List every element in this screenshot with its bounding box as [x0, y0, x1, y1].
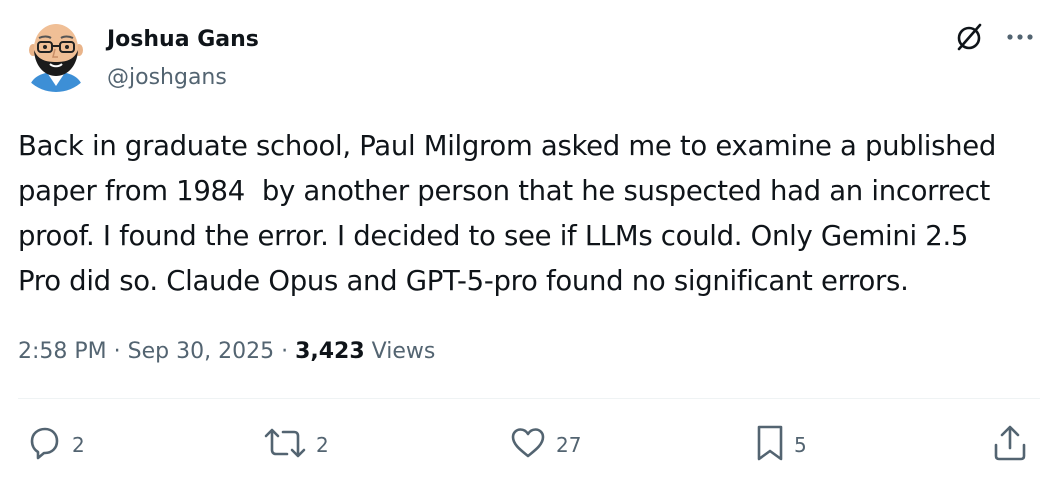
author-block: Joshua Gans @joshgans: [107, 26, 259, 92]
meta-separator: ·: [106, 339, 128, 364]
like-count: 27: [556, 433, 582, 457]
heart-icon: [508, 423, 548, 467]
tweet-text: Back in graduate school, Paul Milgrom as…: [18, 130, 997, 297]
avatar-cartoon-image: [28, 24, 84, 92]
avatar[interactable]: [18, 16, 94, 92]
share-button[interactable]: [990, 425, 1030, 465]
tweet-card: Joshua Gans @joshgans Back in graduate s…: [0, 0, 1054, 485]
reply-button[interactable]: 2: [24, 425, 85, 465]
author-handle[interactable]: @joshgans: [107, 64, 259, 92]
bookmark-icon: [754, 423, 786, 467]
grok-icon[interactable]: [954, 22, 984, 52]
views-label: Views: [364, 339, 436, 364]
like-button[interactable]: 27: [508, 425, 581, 465]
reply-icon: [24, 423, 64, 467]
tweet-time[interactable]: 2:58 PM: [18, 339, 107, 364]
repost-button[interactable]: 2: [262, 425, 329, 465]
tweet-date[interactable]: Sep 30, 2025: [128, 339, 274, 364]
divider: [18, 398, 1040, 399]
author-display-name[interactable]: Joshua Gans: [107, 26, 259, 54]
meta-separator: ·: [274, 339, 296, 364]
tweet-metadata: 2:58 PM · Sep 30, 2025 · 3,423 Views: [18, 336, 435, 368]
more-icon[interactable]: [1006, 32, 1034, 42]
bookmark-count: 5: [794, 433, 807, 457]
reply-count: 2: [72, 433, 85, 457]
share-icon: [990, 423, 1030, 467]
bookmark-button[interactable]: 5: [754, 425, 807, 465]
repost-icon: [262, 423, 308, 467]
tweet-header-actions: [954, 22, 1034, 52]
views-count[interactable]: 3,423: [295, 339, 365, 364]
repost-count: 2: [316, 433, 329, 457]
